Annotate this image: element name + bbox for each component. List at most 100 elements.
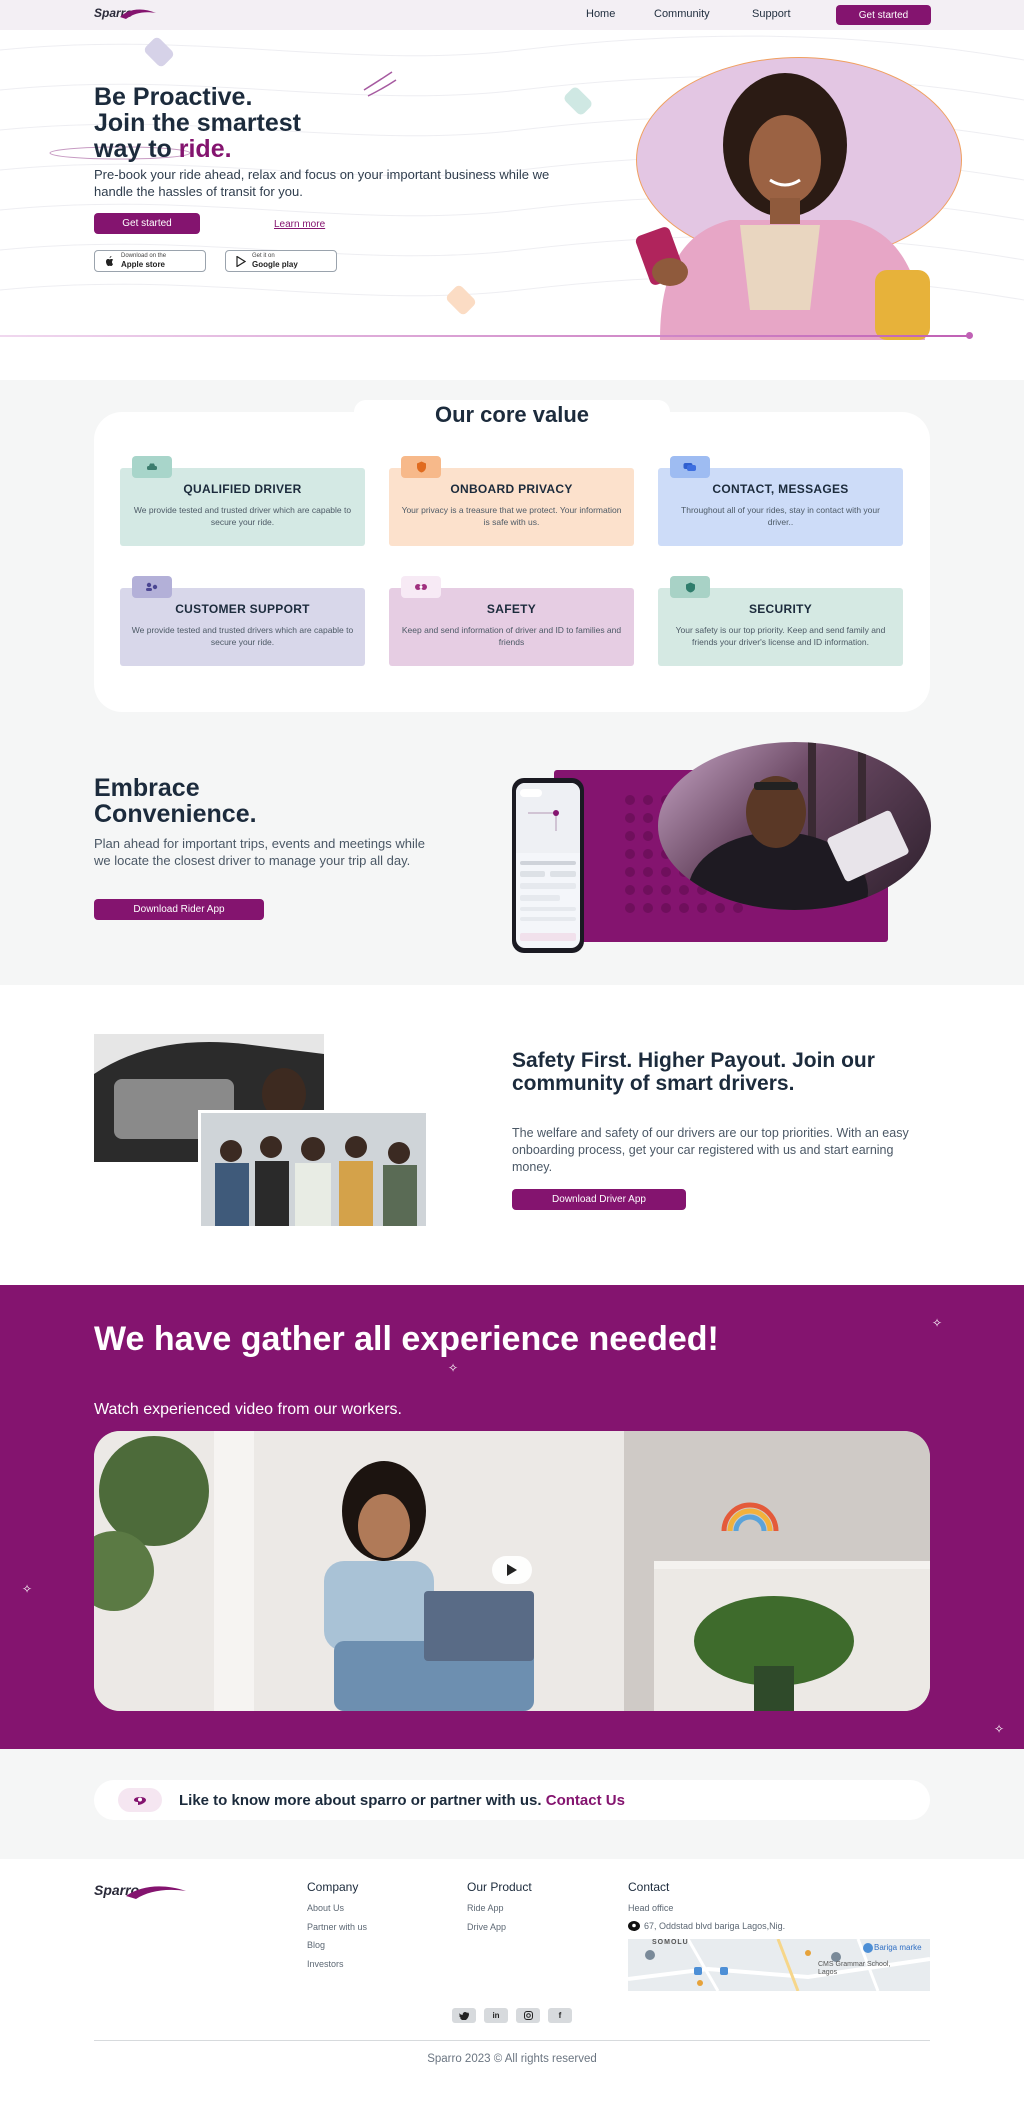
phone-screen (516, 783, 580, 948)
hero-subtitle: Pre-book your ride ahead, relax and focu… (94, 167, 550, 199)
badge-icon (670, 576, 710, 598)
nav-link-community[interactable]: Community (654, 8, 710, 20)
footer-link-about-us[interactable]: About Us (307, 1903, 344, 1913)
footer-brand-logo[interactable]: Sparro (94, 1882, 186, 1899)
chat-icon (670, 456, 710, 478)
footer-link-blog[interactable]: Blog (307, 1940, 325, 1950)
download-driver-app-button[interactable]: Download Driver App (512, 1189, 686, 1210)
core-values-title: Our core value (434, 402, 590, 427)
value-desc: We provide tested and trusted driver whi… (133, 505, 352, 527)
brand-logo[interactable]: Sparro (94, 6, 156, 20)
twitter-icon[interactable] (452, 2008, 476, 2023)
car-icon (132, 456, 172, 478)
embrace-title-line2: Convenience. (94, 800, 257, 828)
page: Sparro Home Community Support Get starte… (0, 0, 1024, 2104)
value-desc: Your privacy is a treasure that we prote… (401, 505, 622, 527)
hero-title-line3-prefix: way to (94, 135, 179, 163)
value-card-customer-support: CUSTOMER SUPPORT We provide tested and t… (120, 576, 365, 666)
hero-underline (0, 335, 970, 337)
google-play-button[interactable]: Get it on Google play (225, 250, 337, 272)
location-pin-icon (628, 1921, 640, 1931)
map-label-cms-school: CMS Grammar School, Lagos (818, 1961, 891, 1976)
man-reading-photo (658, 742, 931, 910)
hero-underline-dot (966, 332, 973, 339)
footer-link-investors[interactable]: Investors (307, 1959, 344, 1969)
linkedin-icon[interactable]: in (484, 2008, 508, 2023)
value-card-safety: SAFETY Keep and send information of driv… (389, 576, 634, 666)
apple-store-text: Download on the Apple store (121, 253, 166, 269)
contact-icon (118, 1788, 162, 1812)
contact-text: Like to know more about sparro or partne… (179, 1792, 625, 1809)
apple-store-button[interactable]: Download on the Apple store (94, 250, 206, 272)
support-icon (132, 576, 172, 598)
hero-woman-photo (635, 73, 930, 340)
footer-contact-title: Contact (628, 1880, 670, 1894)
footer-link-drive-app[interactable]: Drive App (467, 1922, 506, 1932)
footer-address-text: 67, Oddstad blvd bariga Lagos,Nig. (644, 1921, 786, 1931)
value-desc: We provide tested and trusted drivers wh… (131, 625, 354, 647)
google-play-icon (236, 255, 246, 267)
footer-link-ride-app[interactable]: Ride App (467, 1903, 504, 1913)
sparkle-icon: ✧ (22, 1582, 33, 1596)
embrace-title: Embrace Convenience. (94, 775, 434, 827)
nav-links: Home Community Support (586, 8, 826, 22)
drivers-title: Safety First. Higher Payout. Join our co… (512, 1049, 875, 1095)
embrace-title-line1: Embrace (94, 774, 200, 802)
hero-title-accent: ride. (178, 135, 232, 163)
copyright-text: Sparro 2023 © All rights reserved (427, 2053, 597, 2065)
footer-address: 67, Oddstad blvd bariga Lagos,Nig. (628, 1921, 785, 1931)
footer-head-office: Head office (628, 1903, 674, 1913)
value-title: CUSTOMER SUPPORT (175, 602, 310, 616)
value-title: CONTACT, MESSAGES (712, 482, 849, 496)
learn-more-link[interactable]: Learn more (274, 219, 325, 230)
download-rider-app-button[interactable]: Download Rider App (94, 899, 264, 920)
value-desc: Your safety is our top priority. Keep an… (675, 625, 886, 647)
apple-icon (106, 255, 114, 266)
value-title: SAFETY (486, 602, 537, 616)
core-values-card (94, 412, 930, 712)
map-label-somolu: SOMOLU (652, 1939, 689, 1946)
value-desc: Keep and send information of driver and … (401, 625, 622, 647)
play-video-button[interactable] (492, 1556, 532, 1584)
logo-swoosh-icon (126, 1886, 186, 1899)
map-label-bariga-market: Bariga marke (874, 1943, 922, 1952)
hero-section: Be Proactive. Join the smartest way to r… (0, 30, 1024, 340)
hero-title-line3: way to ride. (94, 136, 454, 162)
value-title: QUALIFIED DRIVER (183, 482, 302, 496)
hero-title-line2: Join the smartest (94, 109, 302, 137)
value-card-contact-messages: CONTACT, MESSAGES Throughout all of your… (658, 456, 903, 546)
hero-title-line1: Be Proactive. (94, 83, 253, 111)
location-map[interactable]: SOMOLU Bariga marke CMS Grammar School, … (628, 1939, 930, 1991)
hero-title: Be Proactive. Join the smartest way to r… (94, 84, 454, 162)
value-title: SECURITY (748, 602, 813, 616)
experience-title: We have gather all experience needed! (94, 1320, 719, 1358)
google-play-text: Get it on Google play (252, 253, 298, 269)
contact-message: Like to know more about sparro or partne… (179, 1792, 542, 1809)
nav-link-home[interactable]: Home (586, 8, 615, 20)
footer-divider (94, 2040, 930, 2041)
sparkle-icon: ✧ (932, 1316, 943, 1330)
drivers-group-photo (198, 1110, 426, 1226)
nav-get-started-button[interactable]: Get started (836, 5, 931, 25)
value-card-onboard-privacy: ONBOARD PRIVACY Your privacy is a treasu… (389, 456, 634, 546)
contact-us-link[interactable]: Contact Us (546, 1792, 625, 1809)
hero-get-started-button[interactable]: Get started (94, 213, 200, 234)
apple-store-small: Download on the (121, 253, 167, 259)
sparkle-icon: ✧ (994, 1722, 1005, 1736)
experience-subtitle: Watch experienced video from our workers… (94, 1401, 402, 1418)
value-desc: Throughout all of your rides, stay in co… (681, 505, 880, 527)
nav-link-support[interactable]: Support (752, 8, 791, 20)
footer-product-title: Our Product (467, 1880, 532, 1894)
google-play-big: Google play (252, 260, 298, 269)
shield-icon (401, 456, 441, 478)
instagram-icon[interactable] (516, 2008, 540, 2023)
value-title: ONBOARD PRIVACY (450, 482, 573, 496)
value-card-security: SECURITY Your safety is our top priority… (658, 576, 903, 666)
top-nav: Sparro Home Community Support Get starte… (0, 0, 1024, 30)
group-icon (401, 576, 441, 598)
facebook-icon[interactable]: f (548, 2008, 572, 2023)
apple-store-big: Apple store (121, 260, 166, 269)
footer-link-partner[interactable]: Partner with us (307, 1922, 367, 1932)
value-card-qualified-driver: QUALIFIED DRIVER We provide tested and t… (120, 456, 365, 546)
embrace-description: Plan ahead for important trips, events a… (94, 836, 425, 868)
